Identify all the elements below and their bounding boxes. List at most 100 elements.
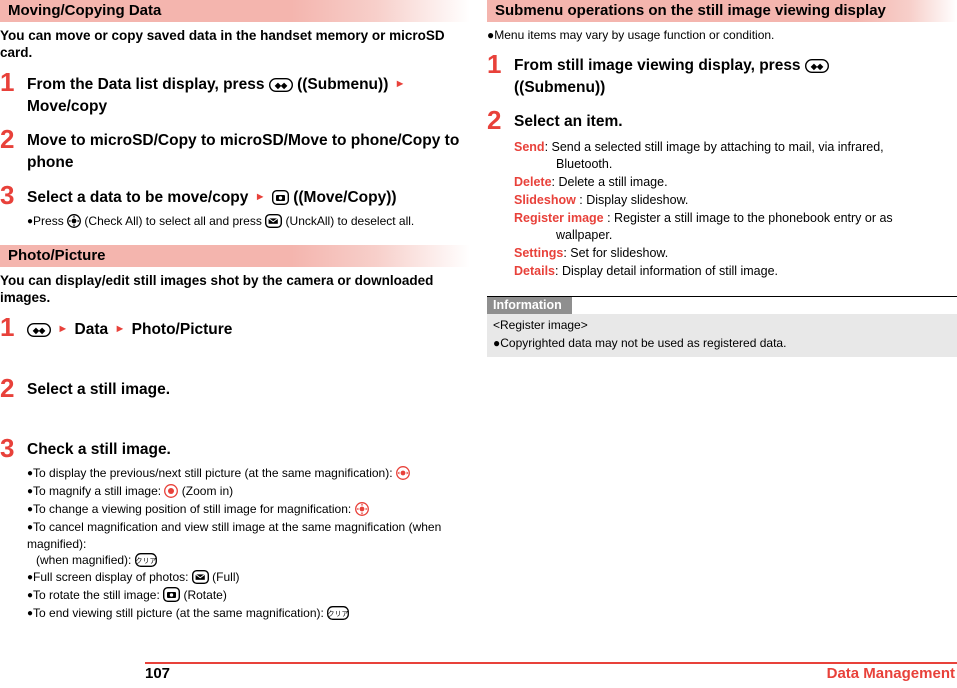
information-text: ●Copyrighted data may not be used as reg… — [493, 336, 787, 350]
bullet-text-suffix: (Rotate) — [183, 588, 227, 602]
menu-item-label: Register image — [514, 211, 604, 225]
list-item: Register image : Register a still image … — [514, 210, 957, 244]
bullet-text-post: (UnckAll) to deselect all. — [285, 214, 415, 228]
step-3-photo: 3 Check a still image. ●To display the p… — [0, 435, 470, 622]
information-box: Information <Register image> ●Copyrighte… — [487, 296, 957, 357]
bullet-item: ●To change a viewing position of still i… — [27, 501, 470, 518]
bullet-cont-text: (when magnified): — [36, 553, 132, 567]
step-number: 1 — [0, 312, 15, 342]
step-title: Select an item. — [514, 113, 623, 130]
multi-cursor-lr-icon — [395, 466, 410, 480]
footer-divider — [145, 662, 957, 664]
bullet-text: To change a viewing position of still im… — [33, 502, 352, 516]
information-body: <Register image> ●Copyrighted data may n… — [487, 314, 957, 357]
arrow-icon: ► — [57, 323, 69, 335]
step-text-paren: ((Submenu)) — [514, 79, 606, 96]
bullet-text: Full screen display of photos: — [33, 570, 189, 584]
step-title: Select a still image. — [27, 381, 171, 398]
svg-text:クリア: クリア — [328, 610, 349, 618]
page-number: 107 — [145, 665, 171, 682]
information-subtitle: <Register image> — [493, 318, 588, 332]
bullet-text: To end viewing still picture (at the sam… — [33, 606, 324, 620]
step-number: 3 — [0, 433, 15, 463]
footer-section-title: Data Management — [826, 665, 955, 682]
bullet-text: To display the previous/next still pictu… — [33, 466, 393, 480]
step-1-photo: 1 ◆◆ ► Data ► Photo/Picture — [0, 314, 470, 341]
mail-key-icon — [265, 214, 283, 228]
step-title: ◆◆ ► Data ► Photo/Picture — [27, 318, 470, 341]
right-column: Submenu operations on the still image vi… — [487, 0, 957, 357]
list-item: Delete: Delete a still image. — [514, 174, 957, 191]
arrow-icon: ► — [254, 191, 266, 203]
step-1-submenu: 1 From still image viewing display, pres… — [487, 51, 957, 99]
list-item: Send: Send a selected still image by att… — [514, 139, 957, 173]
menu-item-desc-cont: wallpaper. — [556, 228, 613, 242]
menu-item-label: Details — [514, 264, 555, 278]
step-2-photo: 2 Select a still image. — [0, 375, 470, 401]
camera-key-icon — [271, 190, 289, 205]
section2-intro: You can display/edit still images shot b… — [0, 273, 434, 305]
page-footer: 107 Data Management — [0, 662, 957, 688]
clear-key-icon: クリア — [327, 606, 350, 620]
svg-text:◆◆: ◆◆ — [32, 326, 46, 335]
step-3-photo-bullets: ●To display the previous/next still pict… — [27, 465, 470, 622]
menu-item-desc-cont: Bluetooth. — [556, 157, 613, 171]
bullet-item: ●To end viewing still picture (at the sa… — [27, 605, 470, 622]
step-text: From the Data list display, press — [27, 76, 265, 93]
step-1-move-copy: 1 From the Data list display, press ◆◆ (… — [0, 69, 470, 118]
list-item: Slideshow : Display slideshow. — [514, 192, 957, 209]
svg-text:◆◆: ◆◆ — [274, 81, 288, 90]
step-text-2: Move/copy — [27, 98, 108, 115]
step-number: 2 — [0, 124, 15, 154]
step-text: Select a data to be move/copy — [27, 189, 249, 206]
menu-item-label: Delete — [514, 175, 552, 189]
submenu-item-list: Send: Send a selected still image by att… — [514, 139, 957, 280]
menu-item-label: Slideshow — [514, 193, 576, 207]
submenu-key-icon: ◆◆ — [804, 59, 829, 73]
step-text: From still image viewing display, press — [514, 57, 801, 74]
step-title: Move to microSD/Copy to microSD/Move to … — [27, 132, 460, 171]
svg-text:クリア: クリア — [135, 557, 156, 565]
menu-item-desc: : Display slideshow. — [575, 193, 689, 207]
step-title: Select a data to be move/copy ► ((Move/C… — [27, 186, 470, 209]
list-item: Settings: Set for slideshow. — [514, 245, 957, 262]
section1-intro: You can move or copy saved data in the h… — [0, 28, 445, 60]
bullet-item: ●To magnify a still image: (Zoom in) — [27, 483, 470, 500]
step-number: 2 — [0, 373, 15, 403]
menu-item-label: Send — [514, 140, 545, 154]
svg-text:◆◆: ◆◆ — [810, 62, 824, 71]
multi-cursor-all-icon — [354, 502, 369, 516]
manual-page: Moving/Copying Data You can move or copy… — [0, 0, 957, 688]
camera-key-icon — [163, 587, 181, 602]
bullet-text-mid: (Check All) to select all and press — [84, 214, 262, 228]
submenu-key-icon: ◆◆ — [268, 78, 293, 92]
bullet-item: ●To display the previous/next still pict… — [27, 465, 470, 482]
section-heading-photo-picture: Photo/Picture — [0, 245, 470, 267]
step-text-paren: ((Move/Copy)) — [293, 189, 397, 206]
step-3-move-copy: 3 Select a data to be move/copy ► ((Move… — [0, 182, 470, 230]
mail-key-icon — [191, 570, 209, 584]
left-column: Moving/Copying Data You can move or copy… — [0, 0, 470, 623]
step-text: Data — [74, 321, 109, 338]
step-title: From the Data list display, press ◆◆ ((S… — [27, 73, 470, 118]
step-title: From still image viewing display, press … — [514, 55, 957, 99]
step-number: 1 — [0, 67, 15, 97]
bullet-continuation: (when magnified): クリア — [27, 552, 470, 568]
step-number: 1 — [487, 49, 502, 79]
step-title: Check a still image. — [27, 441, 171, 458]
submenu-key-icon: ◆◆ — [27, 323, 51, 337]
step-2-move-copy: 2 Move to microSD/Copy to microSD/Move t… — [0, 126, 470, 174]
arrow-icon: ► — [394, 78, 406, 90]
menu-item-label: Settings — [514, 246, 564, 260]
center-key-icon — [164, 484, 179, 498]
step-2-submenu: 2 Select an item. Send: Send a selected … — [487, 107, 957, 280]
menu-item-desc: : Delete a still image. — [551, 175, 668, 189]
bullet-text-suffix: (Full) — [212, 570, 240, 584]
bullet-item: ●Full screen display of photos: (Full) — [27, 569, 470, 586]
arrow-icon: ► — [114, 323, 126, 335]
bullet-text: To cancel magnification and view still i… — [27, 520, 442, 551]
clear-key-icon: クリア — [134, 553, 157, 567]
step-number: 3 — [0, 180, 15, 210]
step-text-paren: ((Submenu)) — [297, 76, 389, 93]
menu-item-desc: : Register a still image to the phoneboo… — [603, 211, 893, 225]
